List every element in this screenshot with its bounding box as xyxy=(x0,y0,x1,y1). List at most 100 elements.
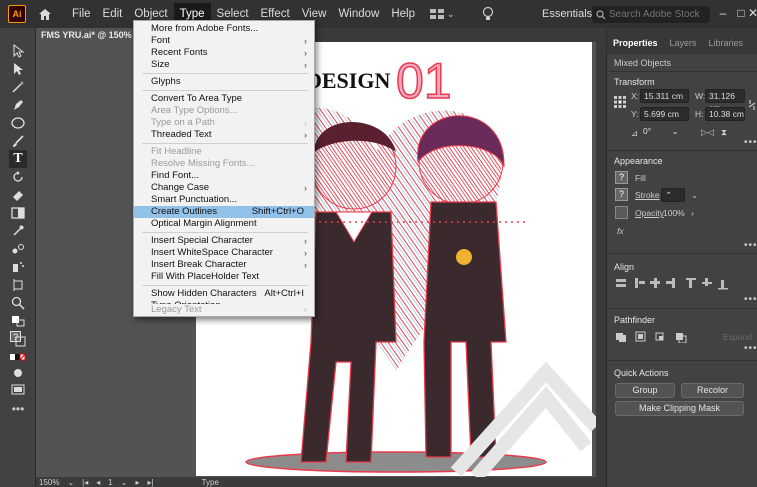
more-tools-icon[interactable]: ••• xyxy=(9,400,27,418)
stroke-label[interactable]: Stroke xyxy=(635,190,660,200)
pathfinder-buttons-icon[interactable] xyxy=(616,331,696,343)
pathfinder-more-icon[interactable]: ••• xyxy=(744,343,757,354)
menu-item-insert-whitespace-character[interactable]: Insert WhiteSpace Character › xyxy=(134,247,314,259)
chevron-right-icon[interactable]: › xyxy=(691,208,694,218)
lightbulb-icon[interactable] xyxy=(481,6,495,22)
chevron-down-icon[interactable]: ⌄ xyxy=(121,478,128,487)
appearance-more-icon[interactable]: ••• xyxy=(744,240,757,251)
menu-item-font[interactable]: Font › xyxy=(134,35,314,47)
ellipse-tool-icon[interactable] xyxy=(9,114,27,132)
transform-more-icon[interactable]: ••• xyxy=(744,137,757,148)
eyedropper-icon[interactable] xyxy=(9,222,27,240)
stroke-swatch[interactable]: ? xyxy=(615,188,628,201)
menu-item-fill-with-placeholder-text[interactable]: Fill With PlaceHolder Text xyxy=(134,271,314,283)
menu-window[interactable]: Window xyxy=(332,3,385,25)
flip-vertical-icon[interactable]: ⧗ xyxy=(721,127,727,138)
chevron-down-icon[interactable]: ⌄ xyxy=(691,190,698,201)
menu-item-legacy-text-row[interactable]: Legacy Text › xyxy=(134,304,314,316)
menu-item-more-fonts[interactable]: More from Adobe Fonts... xyxy=(134,23,314,35)
illustrator-logo[interactable]: Ai xyxy=(8,5,26,23)
menu-item-change-case[interactable]: Change Case › xyxy=(134,182,314,194)
menu-item-size[interactable]: Size › xyxy=(134,59,314,71)
menu-item-convert-to-area-type[interactable]: Convert To Area Type xyxy=(134,93,314,105)
fx-icon[interactable]: fx xyxy=(617,226,624,236)
menu-edit[interactable]: Edit xyxy=(97,3,129,25)
flip-horizontal-icon[interactable]: ▷◁ xyxy=(701,127,714,138)
type-tool-icon[interactable]: T xyxy=(9,150,27,168)
selection-tool-icon[interactable] xyxy=(9,42,27,60)
tab-properties[interactable]: Properties xyxy=(607,38,664,54)
stock-search[interactable] xyxy=(592,6,710,23)
fill-swatch[interactable]: ? xyxy=(615,171,628,184)
menu-item-label: Convert To Area Type xyxy=(151,93,243,104)
menu-help[interactable]: Help xyxy=(385,3,421,25)
menu-file[interactable]: File xyxy=(66,3,97,25)
menu-item-insert-break-character[interactable]: Insert Break Character › xyxy=(134,259,314,271)
artboard-tool-icon[interactable] xyxy=(9,276,27,294)
minimize-button[interactable]: – xyxy=(714,4,732,22)
screen-mode-icon[interactable] xyxy=(9,380,27,398)
menu-item-resolve-missing-fonts[interactable]: Resolve Missing Fonts... xyxy=(134,158,314,170)
first-page-icon[interactable]: |◂ xyxy=(82,478,88,487)
menu-item-find-font[interactable]: Find Font... xyxy=(134,170,314,182)
chevron-right-icon: › xyxy=(304,248,307,258)
rotate-field[interactable]: 0° ⌄ xyxy=(640,125,685,139)
next-page-icon[interactable]: ▸ xyxy=(135,478,139,487)
page-number[interactable]: 1 xyxy=(108,478,112,487)
chevron-right-icon: › xyxy=(304,48,307,58)
width-field[interactable]: 31.126 cm xyxy=(705,89,745,113)
direct-selection-tool-icon[interactable] xyxy=(9,60,27,78)
menu-item-insert-special-character[interactable]: Insert Special Character › xyxy=(134,235,314,247)
tab-layers[interactable]: Layers xyxy=(664,38,703,54)
recolor-button[interactable]: Recolor xyxy=(681,383,744,398)
menu-item-optical-margin-alignment[interactable]: Optical Margin Alignment xyxy=(134,218,314,230)
unknown-fill-icon[interactable]: ? xyxy=(9,330,27,348)
blend-tool-icon[interactable] xyxy=(9,240,27,258)
menu-item-type-on-a-path[interactable]: Type on a Path › xyxy=(134,117,314,129)
chevron-down-icon[interactable]: ⌄ xyxy=(67,478,74,487)
group-button[interactable]: Group xyxy=(615,383,675,398)
swap-colors-icon[interactable] xyxy=(9,312,27,330)
menu-item-label: Legacy Text xyxy=(151,304,202,315)
transform-title: Transform xyxy=(614,77,655,87)
expand-button[interactable]: Expand xyxy=(723,332,752,342)
menu-item-show-hidden-characters[interactable]: Show Hidden Characters Alt+Ctrl+I xyxy=(134,288,314,300)
arrange-documents-button[interactable]: ⌄ xyxy=(429,8,455,20)
menu-item-create-outlines[interactable]: Create Outlines Shift+Ctrl+O xyxy=(134,206,314,218)
rectangle-tool-icon[interactable] xyxy=(9,204,27,222)
magic-wand-icon[interactable] xyxy=(9,78,27,96)
rotate-tool-icon[interactable] xyxy=(9,168,27,186)
y-field[interactable]: 5.699 cm xyxy=(640,107,689,121)
constrain-proportions-icon[interactable] xyxy=(747,98,757,112)
stroke-weight-field[interactable]: ⌃ xyxy=(661,188,685,202)
menu-item-fit-headline[interactable]: Fit Headline xyxy=(134,146,314,158)
tab-libraries[interactable]: Libraries xyxy=(703,38,750,54)
height-field[interactable]: 10.38 cm xyxy=(705,107,745,121)
eraser-icon[interactable] xyxy=(9,186,27,204)
opacity-icon xyxy=(615,206,628,219)
menu-item-glyphs[interactable]: Glyphs xyxy=(134,76,314,88)
reference-point-icon[interactable] xyxy=(614,96,626,108)
prev-page-icon[interactable]: ◂ xyxy=(96,478,100,487)
close-button[interactable]: ✕ xyxy=(748,4,757,22)
search-input[interactable] xyxy=(609,9,707,20)
menu-item-smart-punctuation[interactable]: Smart Punctuation... xyxy=(134,194,314,206)
home-icon[interactable] xyxy=(36,5,54,23)
opacity-label[interactable]: Opacity xyxy=(635,208,664,218)
zoom-icon[interactable] xyxy=(9,294,27,312)
paintbrush-icon[interactable] xyxy=(9,132,27,150)
vertical-scrollbar[interactable] xyxy=(596,28,606,487)
align-buttons-icon[interactable] xyxy=(614,276,749,290)
menu-item-area-type-options[interactable]: Area Type Options... xyxy=(134,105,314,117)
make-clipping-mask-button[interactable]: Make Clipping Mask xyxy=(615,401,744,416)
align-more-icon[interactable]: ••• xyxy=(744,294,757,305)
zoom-level[interactable]: 150% xyxy=(39,478,59,487)
pen-tool-icon[interactable] xyxy=(9,96,27,114)
x-field[interactable]: 15.311 cm xyxy=(640,89,689,103)
menu-item-threaded-text[interactable]: Threaded Text › xyxy=(134,129,314,141)
last-page-icon[interactable]: ▸| xyxy=(147,478,153,487)
symbol-sprayer-icon[interactable] xyxy=(9,258,27,276)
menu-item-recent-fonts[interactable]: Recent Fonts › xyxy=(134,47,314,59)
canvas[interactable]: DESIGN 01 xyxy=(36,42,596,477)
opacity-value[interactable]: 100% xyxy=(663,208,685,218)
